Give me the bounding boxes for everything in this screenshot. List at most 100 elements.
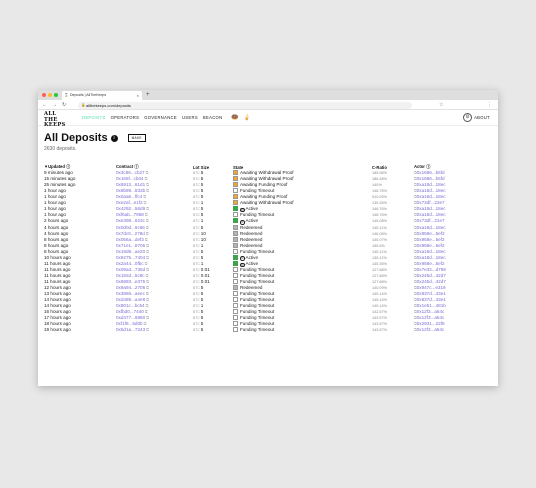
actor-link[interactable]: 0x837d...43e1 [417,291,446,296]
contract-link[interactable]: 0x8b89...833b [116,188,145,193]
actor-link[interactable]: 0x2931...22f8 [417,321,445,326]
contract-link[interactable]: 0x4292...56d9 [116,206,145,211]
actor-link[interactable]: 0xa18d...18ec [417,255,446,260]
browser-menu-icon[interactable]: ⋮ [487,100,492,110]
copy-icon[interactable]: ⧉ [145,189,149,193]
actor-link[interactable]: 0xa18d...18ec [417,249,446,254]
actor-link[interactable]: 0x1686...b5fd [417,176,445,181]
minimize-window-icon[interactable] [48,93,52,97]
nav-users[interactable]: USERS [182,110,198,126]
copy-icon[interactable]: ⧉ [145,268,149,272]
contract-link[interactable]: 0xf1f8...5d0b [116,321,143,326]
new-tab-icon[interactable]: + [146,90,150,100]
info-icon[interactable]: i [110,134,118,142]
actor-link[interactable]: 0x958e...5ef2 [417,261,445,266]
actor-link[interactable]: 0x73df...21e7 [417,218,445,223]
actor-link[interactable]: 0x947c...e319 [417,285,446,290]
close-window-icon[interactable] [42,93,46,97]
actor-link[interactable]: 0x1686...b5fd [417,170,445,175]
copy-icon[interactable]: ⧉ [144,262,148,266]
address-bar[interactable]: 🔒 allthekeeps.com/deposits ☆ [78,101,443,109]
copy-icon[interactable]: ⧉ [145,298,149,302]
contract-link[interactable]: 0x165f...cb04 [116,176,144,181]
copy-icon[interactable]: ⧉ [145,250,149,254]
actor-link[interactable]: 0xa18d...18ec [417,206,446,211]
copy-icon[interactable]: ⧉ [143,201,147,205]
actor-link[interactable]: 0xa18d...18ec [417,212,446,217]
contract-link[interactable]: 0x19d9...ae20 [116,249,145,254]
copy-icon[interactable]: ⧉ [145,274,149,278]
actor-link[interactable]: 0xa18d...18ec [417,182,446,187]
bookmark-star-icon[interactable]: ☆ [439,102,443,109]
copy-icon[interactable]: ⧉ [145,226,149,230]
copy-icon[interactable]: ⧉ [143,322,147,326]
close-tab-icon[interactable]: × [137,91,139,100]
actor-link[interactable]: 0x7e32...d799 [417,267,446,272]
actor-link[interactable]: 0x12f3...a54c [417,315,445,320]
contract-link[interactable]: 0xd477...6860 [116,315,145,320]
contract-link[interactable]: 0x3866...aeec [116,291,145,296]
cell-actor[interactable]: ⧉0x12f3...a54c [414,327,488,333]
copy-icon[interactable]: ⧉ [145,292,149,296]
donut-icon[interactable]: 🍩 [231,110,238,126]
contract-link[interactable]: 0x09a3...735d [116,267,145,272]
contract-link[interactable]: 0xfbd0...7440 [116,309,144,314]
contract-link[interactable]: 0xe2af...e1f2 [116,200,143,205]
actor-link[interactable]: 0x245d...42d7 [417,273,446,278]
contract-link[interactable]: 0x182d...5c8c [116,273,145,278]
actor-link[interactable]: 0x12f3...a54c [417,309,445,314]
actor-link[interactable]: 0xa18d...18ec [417,225,446,230]
contract-link[interactable]: 0x901c...bc54 [116,303,145,308]
contract-link[interactable]: 0xd489...a4e8 [116,297,145,302]
actor-link[interactable]: 0x73df...23e7 [417,200,445,205]
copy-icon[interactable]: ⧉ [144,310,148,314]
actor-link[interactable]: 0x958e...5ef2 [417,231,445,236]
copy-icon[interactable]: ⧉ [145,286,149,290]
actor-link[interactable]: 0x1e51...481b [417,303,446,308]
actor-link[interactable]: 0x837d...43e1 [417,297,446,302]
copy-icon[interactable]: ⧉ [145,232,149,236]
contract-link[interactable]: 0xe398...623c [116,218,145,223]
actor-link[interactable]: 0x245d...42d7 [417,279,446,284]
copy-icon[interactable]: ⧉ [145,244,149,248]
contract-link[interactable]: 0x2a44...0fbc [116,261,144,266]
cell-contract[interactable]: 0x5d1a...7243 ⧉ [116,327,193,333]
actor-link[interactable]: 0xa18d...18ec [417,188,446,193]
actor-link[interactable]: 0x958e...5ef2 [417,237,445,242]
logo[interactable]: ALL THE KEEPS [44,111,68,128]
actor-link[interactable]: 0x958e...5ef2 [417,243,445,248]
copy-icon[interactable]: ⧉ [145,280,149,284]
contract-link[interactable]: 0x71e1...8706 [116,243,145,248]
reload-icon[interactable]: ↻ [62,100,66,110]
maximize-window-icon[interactable] [54,93,58,97]
contract-link[interactable]: 0x3c86...cb27 [116,170,145,175]
browser-tab[interactable]: ⌛ Deposits | AllTheKeeps × [62,91,142,100]
copy-icon[interactable]: ⧉ [142,195,146,199]
nav-about[interactable]: ABOUT [474,110,490,126]
back-icon[interactable]: ← [42,100,47,110]
contract-link[interactable]: 0x6993...e375 [116,279,145,284]
contract-link[interactable]: 0xf6ab...7958 [116,212,144,217]
contract-link[interactable]: 0x7dc0...278d [116,231,145,236]
nav-deposits[interactable]: DEPOSITS [82,110,106,126]
copy-icon[interactable]: ⧉ [145,328,149,332]
ice-cream-icon[interactable]: 🍦 [243,110,250,126]
contract-link[interactable]: 0x6913...61d1 [116,182,145,187]
contract-link[interactable]: 0x5d1a...7243 [116,327,145,332]
actor-link[interactable]: 0x12f3...a54c [417,327,445,332]
contract-link[interactable]: 0x0d0d...6c66 [116,225,145,230]
copy-icon[interactable]: ⧉ [145,219,149,223]
gear-icon[interactable]: ⚙ [463,113,472,122]
nav-governance[interactable]: GOVERNANCE [144,110,177,126]
nav-beacon[interactable]: BEACON [203,110,222,126]
actor-link[interactable]: 0xa18d...18ec [417,194,446,199]
make-button[interactable]: MAKE [127,134,146,142]
copy-icon[interactable]: ⧉ [144,238,148,242]
contract-link[interactable]: 0x9a94...2705 [116,285,145,290]
copy-icon[interactable]: ⧉ [145,304,149,308]
forward-icon[interactable]: → [52,100,57,110]
copy-icon[interactable]: ⧉ [145,316,149,320]
contract-link[interactable]: 0x9275...7404 [116,255,145,260]
copy-icon[interactable]: ⧉ [145,183,149,187]
copy-icon[interactable]: ⧉ [144,213,148,217]
